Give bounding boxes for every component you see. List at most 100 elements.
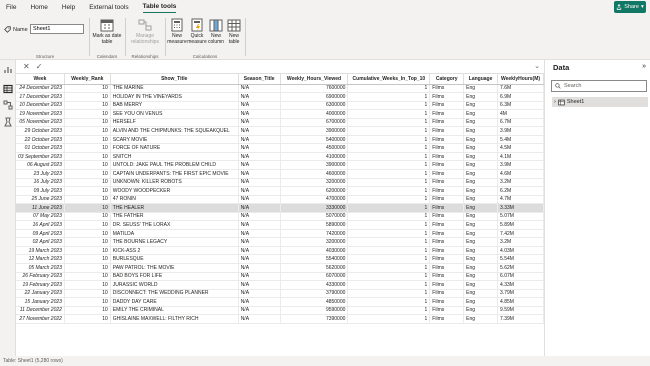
table-cell: 03 September 2023 — [16, 152, 65, 162]
column-header[interactable]: Week — [16, 74, 65, 85]
table-row[interactable]: 12 March 2023 10 BURLESQUE N/A 5540000 1 Films… — [16, 254, 544, 264]
column-header[interactable]: Category — [429, 74, 465, 85]
table-cell: Eng — [463, 135, 499, 145]
table-row[interactable]: 19 November 2023 10 SEE YOU ON VENUS N/A 400… — [16, 109, 544, 119]
table-cell: Eng — [463, 160, 499, 170]
column-header[interactable]: Cumulative_Weeks_In_Top_10 — [347, 74, 431, 85]
table-row[interactable]: 09 July 2023 10 WOODY WOODPECKER N/A 6200000… — [16, 186, 544, 196]
table-row[interactable]: 15 January 2023 10 DADDY DAY CARE N/A 485000… — [16, 297, 544, 307]
new-measure-button[interactable]: New measure — [167, 18, 187, 45]
table-cell: 1 — [347, 143, 431, 153]
table-cell: 1 — [347, 289, 431, 299]
table-cell: Films — [429, 297, 465, 307]
model-view-icon[interactable] — [3, 100, 13, 110]
column-header[interactable]: Language — [463, 74, 499, 85]
table-cell: 4850000 — [280, 297, 349, 307]
table-row[interactable]: 02 April 2023 10 THE BOURNE LEGACY N/A 32000… — [16, 237, 544, 247]
mark-as-date-table-button[interactable]: Mark as date table — [92, 18, 122, 45]
table-cell: N/A — [238, 160, 281, 170]
measure-icon — [171, 18, 183, 32]
table-cell: 5540000 — [280, 254, 349, 264]
table-cell: 4.33M — [497, 280, 544, 290]
table-cell: 17 December 2023 — [16, 92, 65, 102]
column-header[interactable]: Weekly_Rank — [64, 74, 111, 85]
table-row[interactable]: 19 February 2023 10 JURASSIC WORLD N/A 43300… — [16, 280, 544, 290]
table-cell: 3.79M — [497, 289, 544, 299]
table-cell: Eng — [463, 272, 499, 282]
table-row[interactable]: 05 November 2023 10 HERSELF N/A 6700000 1 Film… — [16, 118, 544, 128]
new-table-button[interactable]: New table — [225, 18, 243, 45]
table-name-input[interactable] — [30, 24, 84, 34]
tab-home[interactable]: Home — [30, 2, 47, 13]
tab-help[interactable]: Help — [62, 2, 75, 13]
table-row[interactable]: 29 October 2023 10 ALVIN AND THE CHIPMUNKS… — [16, 126, 544, 136]
table-cell: Films — [429, 237, 465, 247]
table-cell: Eng — [463, 118, 499, 128]
table-row[interactable]: 03 September 2023 10 SNITCH N/A 4100000 1 Film… — [16, 152, 544, 162]
table-row[interactable]: 19 March 2023 10 KICK-ASS 2 N/A 4030000 1 Film… — [16, 246, 544, 256]
table-row[interactable]: 11 December 2022 10 EMILY THE CRIMINAL N/A 9… — [16, 306, 544, 316]
tab-table-tools[interactable]: Table tools — [142, 1, 177, 13]
table-cell: CAPTAIN UNDERPANTS: THE FIRST EPIC MOVIE — [110, 169, 239, 179]
check-icon[interactable]: ✓ — [36, 62, 43, 71]
table-row[interactable]: 01 October 2023 10 FORCE OF NATURE N/A 45000… — [16, 143, 544, 153]
table-cell: HOLIDAY IN THE VINEYARDS — [110, 92, 239, 102]
tab-external-tools[interactable]: External tools — [89, 2, 128, 13]
table-row[interactable]: 11 June 2023 10 THE HEALER N/A 3330000 1 Films… — [16, 203, 544, 213]
table-cell: 1 — [347, 92, 431, 102]
table-cell: N/A — [238, 306, 281, 316]
table-row[interactable]: 16 April 2023 10 DR. SEUSS' THE LORAX N/A 58… — [16, 220, 544, 230]
search-icon — [555, 83, 561, 89]
table-cell: Eng — [463, 263, 499, 273]
table-cell: 3900000 — [280, 160, 349, 170]
table-row[interactable]: 06 August 2023 10 UNTOLD: JAKE PAUL THE PR… — [16, 160, 544, 170]
column-header[interactable]: WeeklyHours(M) — [497, 74, 544, 85]
table-cell: Eng — [463, 254, 499, 264]
table-cell: 5070000 — [280, 212, 349, 222]
table-cell: 1 — [347, 280, 431, 290]
table-cell: Eng — [463, 237, 499, 247]
chevron-right-icon[interactable]: › — [554, 99, 556, 105]
dax-query-icon[interactable] — [3, 117, 13, 127]
column-header[interactable]: Show_Title — [110, 74, 239, 85]
table-row[interactable]: 09 April 2023 10 MATILDA N/A 7420000 1 Films En… — [16, 229, 544, 239]
table-row[interactable]: 27 November 2022 10 GHISLAINE MAXWELL: FIL… — [16, 314, 544, 324]
report-view-icon[interactable] — [3, 65, 13, 75]
table-row[interactable]: 17 December 2023 10 HOLIDAY IN THE VINEYAR… — [16, 92, 544, 102]
close-icon[interactable]: ✕ — [23, 62, 30, 71]
table-row[interactable]: 16 July 2023 10 UNKNOWN: KILLER ROBOTS N/A 3… — [16, 178, 544, 188]
table-row[interactable]: 22 October 2023 10 SCARY MOVIE N/A 5400000 1 F… — [16, 135, 544, 145]
column-header[interactable]: Weekly_Hours_Viewed — [280, 74, 349, 85]
table-row[interactable]: 25 June 2023 10 47 RONIN N/A 4700000 1 Films En… — [16, 195, 544, 205]
table-cell: 1 — [347, 272, 431, 282]
table-cell: 10 — [64, 272, 111, 282]
table-cell: DADDY DAY CARE — [110, 297, 239, 307]
table-cell: 3200000 — [280, 178, 349, 188]
table-cell: WOODY WOODPECKER — [110, 186, 239, 196]
table-row[interactable]: 23 July 2023 10 CAPTAIN UNDERPANTS: THE FI… — [16, 169, 544, 179]
table-row[interactable]: 07 May 2023 10 THE FATHER N/A 5070000 1 Films E… — [16, 212, 544, 222]
quick-measure-button[interactable]: Quick measure — [187, 18, 207, 45]
table-cell: Eng — [463, 178, 499, 188]
table-row[interactable]: 10 December 2023 10 BAB MERRY N/A 6300000 1 Fi… — [16, 101, 544, 111]
manage-relationships-button[interactable]: Manage relationships — [128, 18, 162, 45]
column-header[interactable]: Season_Title — [238, 74, 281, 85]
table-row[interactable]: 26 February 2023 10 BAD BOYS FOR LIFE N/A 60… — [16, 272, 544, 282]
table-row[interactable]: 05 March 2023 10 PAW PATROL: THE MOVIE N/A 5… — [16, 263, 544, 273]
tab-file[interactable]: File — [6, 2, 16, 13]
table-row[interactable]: 22 January 2023 10 DISCONNECT: THE WEDDING… — [16, 289, 544, 299]
table-view-icon[interactable] — [3, 84, 13, 94]
table-cell: SEE YOU ON VENUS — [110, 109, 239, 119]
new-column-button[interactable]: New column — [207, 18, 225, 45]
table-cell: Films — [429, 92, 465, 102]
table-row[interactable]: 24 December 2023 10 THE MARINE N/A 7600000 1 F… — [16, 84, 544, 94]
table-cell: 1 — [347, 169, 431, 179]
collapse-pane-icon[interactable]: » — [642, 63, 646, 70]
calendars-group-label: Calendars — [96, 54, 118, 59]
table-cell: ALVIN AND THE CHIPMUNKS: THE SQUEAKQUEL — [110, 126, 239, 136]
data-pane-table-item[interactable]: › Sheet1 — [552, 97, 648, 107]
chevron-down-icon[interactable]: ⌄ — [534, 62, 540, 70]
table-cell: N/A — [238, 289, 281, 299]
share-button[interactable]: Share ▾ — [614, 1, 646, 13]
search-input[interactable]: Search — [551, 80, 647, 92]
